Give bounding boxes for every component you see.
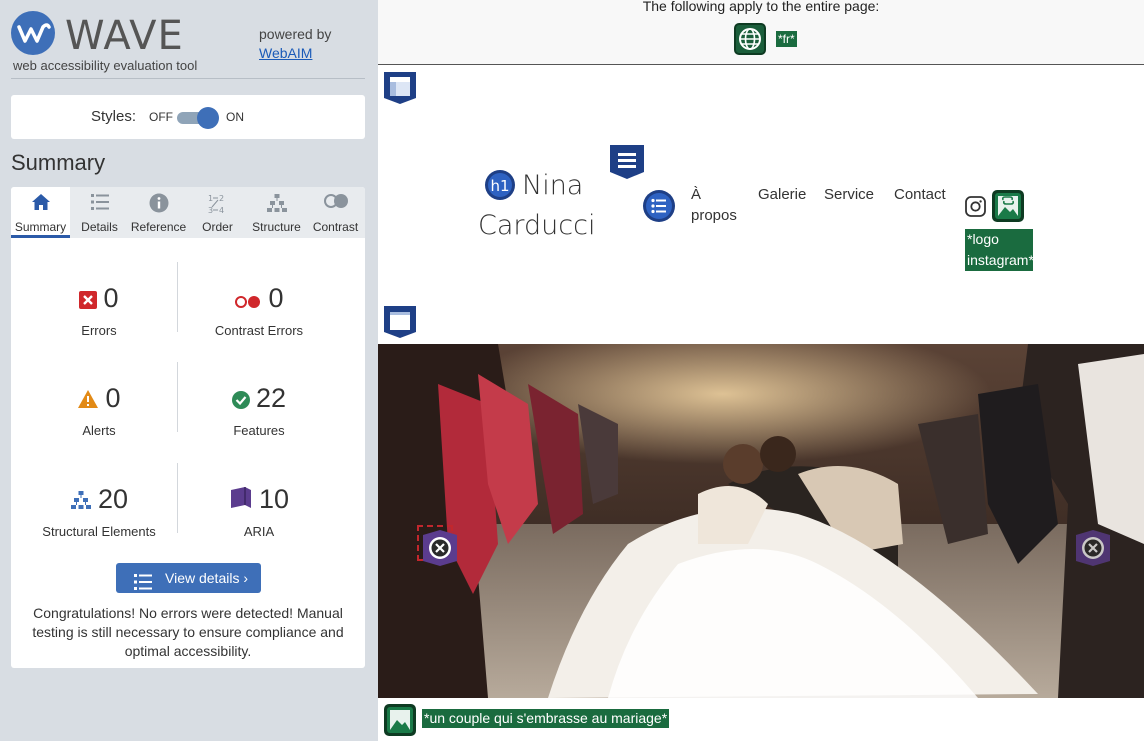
wave-wordmark: WAVE: [65, 13, 184, 59]
nav-link-service[interactable]: Service: [824, 184, 874, 205]
error-icon: [79, 285, 98, 315]
page-level-bar: The following apply to the entire page: …: [378, 0, 1144, 65]
view-details-button[interactable]: View details ›: [116, 563, 261, 593]
alert-icon: [77, 385, 99, 415]
wave-header: WAVE web accessibility evaluation tool p…: [11, 11, 365, 79]
aria-icon: [229, 486, 253, 516]
features-label: Features: [233, 422, 285, 438]
tab-reference[interactable]: Reference: [129, 187, 188, 238]
features-stat[interactable]: 22 Features: [179, 383, 339, 438]
svg-text:4: 4: [219, 206, 224, 215]
tab-contrast-label: Contrast: [312, 220, 359, 234]
hero-alt-tag: *un couple qui s'embrasse au mariage*: [422, 709, 670, 728]
nav-link-gallery[interactable]: Galerie: [758, 184, 806, 205]
contrast-errors-stat[interactable]: 0 Contrast Errors: [179, 283, 339, 338]
tab-structure-label: Structure: [252, 220, 301, 234]
instagram-alt-tag: *logo instagram*: [965, 229, 1034, 271]
summary-heading: Summary: [11, 150, 106, 175]
contrast-error-icon: [234, 285, 262, 315]
tab-details-label: Details: [81, 220, 118, 234]
tab-summary[interactable]: Summary: [11, 187, 70, 238]
nav-link-contact[interactable]: Contact: [894, 184, 946, 205]
structure-icon: [70, 486, 92, 516]
tab-order[interactable]: 1234 Order: [188, 187, 247, 238]
panel-tabs: Summary Details Reference 1234 Order Str…: [11, 187, 365, 238]
tab-contrast[interactable]: Contrast: [306, 187, 365, 238]
site-title-line2: Carducci: [478, 210, 596, 241]
styles-toggle-box: Styles: OFF ON: [11, 95, 365, 139]
hero-wedding-image: [378, 344, 1144, 698]
structure-icon: [247, 187, 306, 213]
structural-count: 20: [97, 484, 129, 514]
order-icon: 1234: [188, 187, 247, 215]
list-icon: [134, 570, 152, 600]
list-icon: [70, 187, 129, 213]
alerts-label: Alerts: [82, 422, 116, 438]
feature-check-icon: [231, 385, 250, 415]
language-globe-icon[interactable]: [734, 23, 766, 55]
home-icon: [11, 187, 70, 213]
contrast-errors-count: 0: [268, 283, 284, 313]
toggle-on-label: ON: [226, 110, 244, 124]
nav-about-line2: propos: [691, 207, 737, 224]
tab-structure[interactable]: Structure: [247, 187, 306, 238]
navigation-region-icon[interactable]: [609, 144, 645, 185]
errors-count: 0: [103, 283, 119, 313]
instagram-icon[interactable]: [965, 196, 986, 222]
lang-tag: *fr*: [776, 31, 797, 47]
instagram-alt-line2: instagram*: [967, 252, 1034, 268]
info-icon: [129, 187, 188, 213]
aria-count: 10: [258, 484, 290, 514]
wave-tagline: web accessibility evaluation tool: [13, 58, 198, 73]
errors-label: Errors: [81, 322, 117, 338]
tab-reference-label: Reference: [130, 220, 187, 234]
main-region-icon[interactable]: [383, 305, 417, 344]
linked-image-icon[interactable]: [991, 189, 1025, 228]
summary-panel: Summary Details Reference 1234 Order Str…: [11, 187, 365, 668]
entire-page-note: The following apply to the entire page:: [642, 0, 880, 14]
view-details-label: View details ›: [165, 570, 249, 586]
alerts-stat[interactable]: 0 Alerts: [19, 383, 179, 438]
tab-order-label: Order: [202, 220, 233, 234]
image-alt-icon[interactable]: [383, 703, 417, 741]
styles-toggle-knob[interactable]: [197, 107, 219, 129]
wave-logo-icon: [11, 11, 55, 55]
aria-label: ARIA: [243, 523, 275, 539]
svg-text:3: 3: [208, 206, 213, 215]
unordered-list-icon[interactable]: [642, 189, 676, 228]
powered-by: powered by WebAIM: [259, 25, 331, 63]
aria-hidden-icon[interactable]: [421, 529, 459, 572]
site-title: Nina Carducci: [478, 166, 595, 246]
evaluated-page: The following apply to the entire page: …: [378, 0, 1144, 741]
alerts-count: 0: [105, 383, 121, 413]
styles-label: Styles:: [91, 108, 137, 125]
header-region-icon[interactable]: [383, 71, 417, 110]
instagram-alt-line1: *logo: [967, 231, 999, 247]
tab-details[interactable]: Details: [70, 187, 129, 238]
contrast-errors-label: Contrast Errors: [214, 322, 304, 338]
features-count: 22: [255, 383, 287, 413]
svg-text:2: 2: [219, 194, 224, 203]
congrats-message: Congratulations! No errors were detected…: [32, 605, 344, 659]
tab-summary-label: Summary: [14, 220, 67, 234]
wave-sidebar: WAVE web accessibility evaluation tool p…: [0, 0, 378, 741]
structural-stat[interactable]: 20 Structural Elements: [19, 484, 179, 539]
nav-link-about[interactable]: À propos: [691, 184, 737, 226]
nav-about-line1: À: [691, 186, 702, 203]
webaim-link[interactable]: WebAIM: [259, 44, 331, 63]
aria-hidden-icon[interactable]: [1074, 529, 1112, 572]
svg-text:1: 1: [208, 194, 213, 203]
site-title-line1: Nina: [522, 170, 584, 201]
aria-stat[interactable]: 10 ARIA: [179, 484, 339, 539]
structural-label: Structural Elements: [42, 523, 156, 539]
contrast-icon: [306, 187, 365, 213]
toggle-off-label: OFF: [149, 110, 173, 124]
powered-by-text: powered by: [259, 26, 332, 42]
errors-stat[interactable]: 0 Errors: [19, 283, 179, 338]
